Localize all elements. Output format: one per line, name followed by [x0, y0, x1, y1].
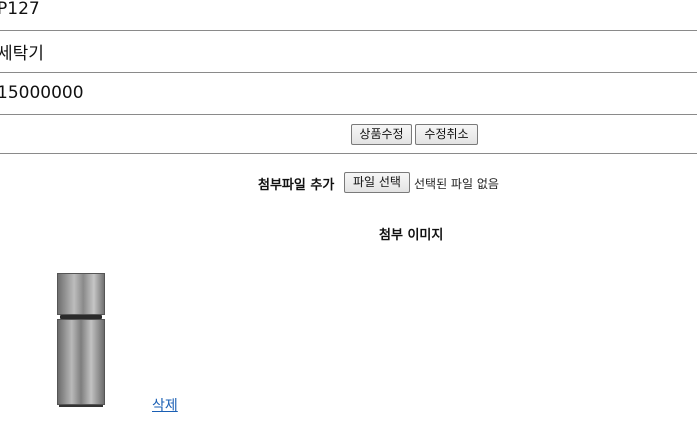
fridge-base — [59, 405, 103, 407]
cancel-edit-button[interactable]: 수정취소 — [415, 124, 478, 145]
fridge-bottom-door — [57, 319, 105, 405]
product-name-row — [0, 32, 697, 73]
product-name-input[interactable] — [0, 38, 694, 64]
refrigerator-image — [57, 273, 105, 407]
product-code-input[interactable] — [0, 0, 694, 22]
update-product-button[interactable]: 상품수정 — [351, 124, 412, 145]
product-edit-page: 상품수정 수정취소 첨부파일 추가 파일 선택 선택된 파일 없음 첨부 이미지… — [0, 0, 697, 446]
fridge-top-door — [57, 273, 105, 315]
attachment-images-title: 첨부 이미지 — [379, 228, 444, 243]
product-code-row — [0, 0, 697, 31]
file-upload-row: 첨부파일 추가 파일 선택 선택된 파일 없음 — [0, 171, 697, 195]
delete-attachment-link[interactable]: 삭제 — [152, 395, 178, 415]
choose-file-button[interactable]: 파일 선택 — [344, 172, 410, 193]
file-upload-label: 첨부파일 추가 — [258, 178, 335, 193]
form-actions: 상품수정 수정취소 — [0, 115, 697, 154]
product-price-input[interactable] — [0, 80, 694, 106]
file-status-text: 선택된 파일 없음 — [414, 177, 499, 191]
product-price-row — [0, 74, 697, 115]
